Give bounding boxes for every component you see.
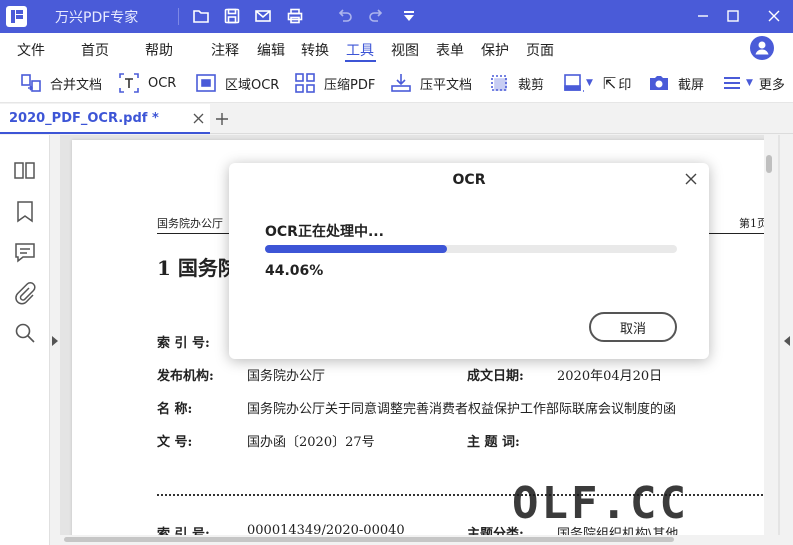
site-watermark: OLF.CC	[512, 478, 689, 529]
tools-toolbar: 合并文档 OCR 区域OCR 压缩PDF 压平文档 裁剪 ▼ ⇱ 印 截屏 ▼ …	[0, 63, 793, 103]
ocr-label: OCR	[148, 75, 177, 91]
maximize-icon[interactable]	[723, 6, 743, 26]
more-icon	[722, 72, 744, 94]
quick-access-dropdown-icon[interactable]	[400, 7, 418, 25]
attachment-icon[interactable]	[13, 282, 37, 306]
more-tools-button[interactable]: ▼ 更多	[722, 70, 785, 96]
vertical-scrollbar-thumb[interactable]	[766, 155, 772, 173]
screenshot-button[interactable]: 截屏	[648, 70, 704, 96]
title-label: 名 称:	[157, 402, 193, 417]
folder-icon[interactable]	[192, 7, 210, 25]
compress-pdf-button[interactable]: 压缩PDF	[294, 70, 375, 96]
menu-bar: 文件 首页 帮助 注释 编辑 转换 工具 视图 表单 保护 页面	[0, 33, 793, 63]
more-tools-label: 更多	[758, 77, 785, 93]
active-menu-indicator	[345, 60, 376, 62]
menu-home[interactable]: 首页	[81, 40, 109, 60]
expand-left-panel-icon[interactable]	[52, 336, 58, 346]
ocr-status-text: OCR正在处理中...	[265, 224, 384, 240]
title-value: 国务院办公厅关于同意调整完善消费者权益保护工作部际联席会议制度的函	[247, 402, 677, 417]
new-tab-icon[interactable]	[214, 111, 230, 127]
crop-icon	[488, 72, 510, 94]
cancel-button[interactable]: 取消	[589, 312, 677, 342]
menu-form[interactable]: 表单	[436, 40, 464, 60]
menu-view[interactable]: 视图	[391, 40, 419, 60]
app-title: 万兴PDF专家	[55, 10, 139, 26]
menu-edit[interactable]: 编辑	[257, 40, 285, 60]
thumbnails-icon[interactable]	[13, 159, 37, 183]
menu-annotate[interactable]: 注释	[211, 40, 239, 60]
dialog-close-icon[interactable]	[684, 172, 698, 186]
flatten-icon	[390, 72, 412, 94]
document-tab[interactable]: 2020_PDF_OCR.pdf *	[0, 104, 210, 134]
print-icon[interactable]	[286, 7, 304, 25]
menu-help[interactable]: 帮助	[145, 40, 173, 60]
doc-number-label: 文 号:	[157, 435, 193, 450]
compress-icon	[294, 72, 316, 94]
flatten-document-button[interactable]: 压平文档	[390, 70, 472, 96]
menu-protect[interactable]: 保护	[481, 40, 509, 60]
merge-icon	[20, 72, 42, 94]
user-avatar-icon[interactable]	[750, 36, 774, 60]
watermark-dropdown-icon[interactable]: ▼	[586, 78, 593, 88]
close-icon[interactable]	[764, 6, 784, 26]
document-heading: 1 国务院	[157, 256, 238, 280]
merge-documents-button[interactable]: 合并文档	[20, 70, 102, 96]
save-icon[interactable]	[223, 7, 241, 25]
issuer-value: 国务院办公厅	[247, 369, 326, 384]
expand-right-panel-icon[interactable]	[784, 336, 790, 346]
document-tab-strip: 2020_PDF_OCR.pdf *	[0, 104, 793, 134]
screenshot-label: 截屏	[678, 77, 705, 93]
menu-convert[interactable]: 转换	[301, 40, 329, 60]
menu-file[interactable]: 文件	[17, 40, 45, 60]
merge-documents-label: 合并文档	[50, 77, 103, 93]
bookmark-icon[interactable]	[13, 200, 37, 224]
ocr-progress-dialog: OCR OCR正在处理中... 44.06% 取消	[229, 163, 709, 359]
crop-label: 裁剪	[518, 77, 545, 93]
ocr-progress-fill	[265, 245, 447, 253]
issuer-label: 发布机构:	[157, 369, 214, 384]
undo-icon[interactable]	[336, 7, 354, 25]
doc-number-value: 国办函〔2020〕27号	[247, 435, 375, 450]
ocr-progress-percent: 44.06%	[265, 263, 324, 279]
subject-label: 主 题 词:	[467, 435, 520, 450]
area-ocr-label: 区域OCR	[225, 77, 280, 93]
screenshot-icon	[648, 72, 670, 94]
area-ocr-icon	[195, 72, 217, 94]
left-sidebar	[0, 135, 50, 545]
area-ocr-button[interactable]: 区域OCR	[195, 70, 279, 96]
dialog-title: OCR	[452, 172, 486, 188]
date-value: 2020年04月20日	[557, 369, 663, 384]
compress-pdf-label: 压缩PDF	[324, 77, 376, 93]
ocr-button[interactable]: OCR	[118, 70, 176, 96]
app-logo-icon	[6, 6, 27, 27]
mail-icon[interactable]	[254, 7, 272, 25]
vertical-scrollbar-track[interactable]	[764, 135, 778, 537]
watermark-label: 印	[618, 77, 632, 93]
comment-icon[interactable]	[13, 241, 37, 265]
page-header-left: 国务院办公厅	[157, 217, 223, 230]
ocr-icon	[118, 72, 140, 94]
redo-icon[interactable]	[367, 7, 385, 25]
crop-button[interactable]: 裁剪	[488, 70, 544, 96]
mouse-cursor-icon: ⇱	[602, 73, 617, 93]
titlebar-divider	[178, 8, 179, 25]
menu-page[interactable]: 页面	[526, 40, 554, 60]
index-number-label: 索 引 号:	[157, 336, 210, 351]
minimize-icon[interactable]	[693, 6, 713, 26]
date-label: 成文日期:	[467, 369, 524, 384]
watermark-button[interactable]: ▼ ⇱ 印	[562, 70, 631, 96]
ocr-progress-bar	[265, 245, 677, 253]
close-tab-icon[interactable]	[192, 112, 205, 125]
flatten-document-label: 压平文档	[420, 77, 473, 93]
horizontal-scrollbar-thumb[interactable]	[64, 537, 674, 542]
more-dropdown-icon[interactable]: ▼	[746, 78, 753, 88]
search-icon[interactable]	[13, 321, 37, 345]
watermark-icon	[562, 72, 584, 94]
document-tab-label: 2020_PDF_OCR.pdf *	[9, 111, 159, 126]
title-bar: 万兴PDF专家	[0, 0, 793, 33]
menu-tools[interactable]: 工具	[346, 40, 374, 60]
